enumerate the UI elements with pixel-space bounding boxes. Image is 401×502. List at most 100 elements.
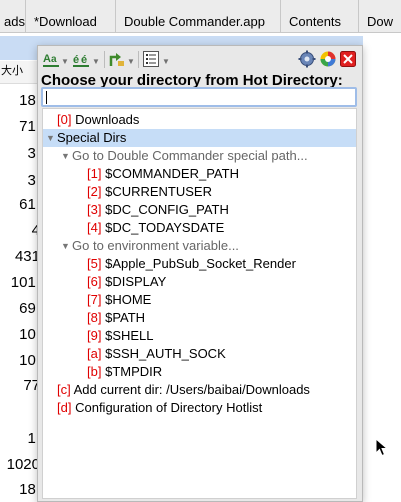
- hotkey-label: [b]: [87, 364, 102, 379]
- item-label: $PATH: [105, 310, 146, 325]
- hotkey-label: [5]: [87, 256, 102, 271]
- hotkey-label: [4]: [87, 220, 102, 235]
- hotkey-label: [6]: [87, 274, 102, 289]
- color-palette-icon[interactable]: [319, 50, 337, 68]
- chevron-down-icon[interactable]: ▼: [92, 57, 100, 66]
- file-size: 3.: [27, 172, 40, 189]
- tree-item-env-variable[interactable]: ▼ Go to environment variable...: [43, 237, 356, 255]
- item-label: Go to Double Commander special path...: [72, 148, 308, 163]
- item-label: Add current dir: /Users/baibai/Downloads: [73, 382, 310, 397]
- settings-gear-icon[interactable]: [298, 50, 316, 68]
- accent-sensitive-icon[interactable]: é é: [72, 50, 90, 68]
- file-size: 71.: [19, 118, 40, 135]
- tree-item-special-dirs[interactable]: ▼ Special Dirs: [43, 129, 356, 147]
- file-size: 10.: [19, 352, 40, 369]
- mouse-pointer-icon: [375, 438, 389, 457]
- file-size: 10.: [19, 326, 40, 343]
- item-label: $COMMANDER_PATH: [105, 166, 239, 181]
- tab-label: ads: [4, 14, 25, 29]
- svg-text:a: a: [51, 54, 57, 65]
- toolbar-separator: [104, 51, 105, 68]
- tree-item-commander-path[interactable]: [1] $COMMANDER_PATH: [43, 165, 356, 183]
- popup-toolbar: A a ▼ é é ▼ ▼ ▼: [38, 46, 362, 72]
- item-label: Go to environment variable...: [72, 238, 239, 253]
- chevron-down-icon[interactable]: ▼: [162, 57, 170, 66]
- svg-text:A: A: [43, 53, 51, 65]
- tree-item-add-current-dir[interactable]: [c] Add current dir: /Users/baibai/Downl…: [43, 381, 356, 399]
- tree-item-dc-special-path[interactable]: ▼ Go to Double Commander special path...: [43, 147, 356, 165]
- directory-jump-icon[interactable]: [108, 50, 126, 68]
- hotkey-label: [d]: [57, 400, 72, 415]
- tree-item-path[interactable]: [8] $PATH: [43, 309, 356, 327]
- tree-item-ssh-auth-sock[interactable]: [a] $SSH_AUTH_SOCK: [43, 345, 356, 363]
- item-label: Special Dirs: [57, 130, 127, 145]
- tree-item-configuration[interactable]: [d] Configuration of Directory Hotlist: [43, 399, 356, 417]
- file-size: 431: [14, 248, 40, 265]
- tree-item-tmpdir[interactable]: [b] $TMPDIR: [43, 363, 356, 381]
- chevron-down-icon[interactable]: ▼: [61, 57, 69, 66]
- tree-item-home[interactable]: [7] $HOME: [43, 291, 356, 309]
- item-label: $HOME: [105, 292, 152, 307]
- tab-double-commander-app[interactable]: Double Commander.app: [116, 0, 281, 32]
- item-label: $SHELL: [105, 328, 154, 343]
- tab-label: *Download: [34, 14, 97, 29]
- svg-text:é: é: [73, 54, 79, 66]
- file-size: 77: [23, 377, 40, 394]
- hotkey-label: [3]: [87, 202, 102, 217]
- close-icon[interactable]: [340, 50, 356, 68]
- file-size: 61.: [19, 196, 40, 213]
- tree-item-shell[interactable]: [9] $SHELL: [43, 327, 356, 345]
- list-view-icon[interactable]: [142, 50, 160, 68]
- hotkey-label: [a]: [87, 346, 102, 361]
- tree-item-apple-pubsub[interactable]: [5] $Apple_PubSub_Socket_Render: [43, 255, 356, 273]
- tree-item-downloads[interactable]: [0] Downloads: [43, 111, 356, 129]
- tree-item-dc-todaysdate[interactable]: [4] $DC_TODAYSDATE: [43, 219, 356, 237]
- chevron-down-icon[interactable]: ▼: [127, 57, 135, 66]
- item-label: Configuration of Directory Hotlist: [75, 400, 263, 415]
- file-size: 4: [31, 222, 40, 239]
- file-size: 1.: [27, 430, 40, 447]
- tab-dow[interactable]: Dow: [359, 0, 401, 32]
- expand-triangle-icon[interactable]: ▼: [61, 237, 70, 255]
- tree-item-dc-config-path[interactable]: [3] $DC_CONFIG_PATH: [43, 201, 356, 219]
- tab-ads[interactable]: ads: [0, 0, 26, 32]
- item-label: $DISPLAY: [105, 274, 167, 289]
- tree-item-display[interactable]: [6] $DISPLAY: [43, 273, 356, 291]
- hotkey-label: [0]: [57, 112, 72, 127]
- file-panel-right[interactable]: [363, 33, 401, 502]
- file-size: 1020: [6, 456, 40, 473]
- text-caret: [46, 91, 47, 104]
- file-size: 69.: [19, 300, 40, 317]
- column-header-label: 大小: [1, 65, 23, 77]
- expand-triangle-icon[interactable]: ▼: [61, 147, 70, 165]
- hotkey-label: [1]: [87, 166, 102, 181]
- tree-item-currentuser[interactable]: [2] $CURRENTUSER: [43, 183, 356, 201]
- svg-text:é: é: [81, 54, 87, 66]
- item-label: Downloads: [75, 112, 140, 127]
- file-size: 101.: [10, 274, 40, 291]
- hotkey-label: [9]: [87, 328, 102, 343]
- file-size: 3.: [27, 145, 40, 162]
- item-label: $SSH_AUTH_SOCK: [105, 346, 226, 361]
- hotkey-label: [7]: [87, 292, 102, 307]
- item-label: $Apple_PubSub_Socket_Render: [105, 256, 296, 271]
- hotkey-label: [c]: [57, 382, 71, 397]
- tab-label: Contents: [289, 14, 342, 29]
- hot-directory-popup: A a ▼ é é ▼ ▼ ▼ Choose your directory fr…: [37, 45, 363, 502]
- item-label: $DC_TODAYSDATE: [105, 220, 225, 235]
- tab-bar: ads *Download Double Commander.app Conte…: [0, 0, 401, 33]
- hot-directory-tree: [0] Downloads ▼ Special Dirs ▼ Go to Dou…: [42, 108, 357, 499]
- hotkey-label: [8]: [87, 310, 102, 325]
- case-sensitive-icon[interactable]: A a: [42, 50, 60, 68]
- file-size: 18.: [19, 481, 40, 498]
- item-label: $DC_CONFIG_PATH: [105, 202, 229, 217]
- hotkey-label: [2]: [87, 184, 102, 199]
- tab-download[interactable]: *Download: [26, 0, 116, 32]
- tab-contents[interactable]: Contents: [281, 0, 359, 32]
- expand-triangle-icon[interactable]: ▼: [46, 129, 55, 147]
- item-label: $TMPDIR: [105, 364, 163, 379]
- item-label: $CURRENTUSER: [105, 184, 212, 199]
- search-input[interactable]: [41, 87, 357, 107]
- toolbar-separator: [138, 51, 139, 68]
- tab-label: Double Commander.app: [124, 14, 265, 29]
